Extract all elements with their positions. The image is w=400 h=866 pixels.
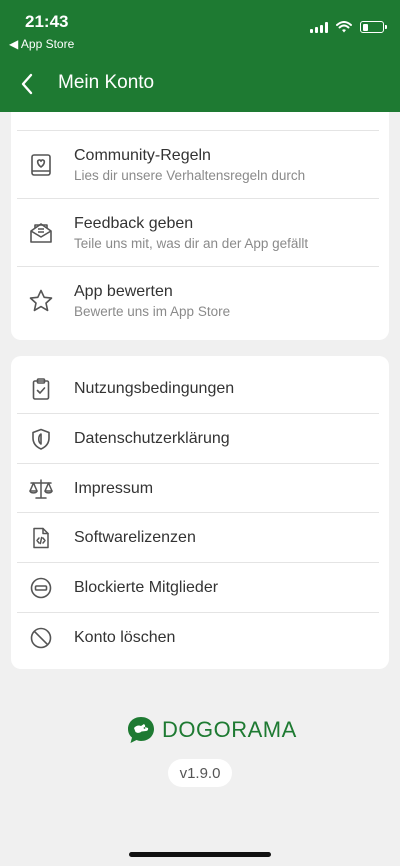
dog-speech-bubble-icon [128,717,154,743]
item-subtitle: Teile uns mit, was dir an der App gefäll… [74,236,309,251]
home-indicator [129,852,271,857]
app-header: 21:43 ◀ App Store Mein Konto [0,0,400,112]
page-title: Mein Konto [58,72,155,93]
back-to-app-store-link[interactable]: ◀ App Store [9,37,74,51]
shield-icon [27,425,55,453]
heart-book-icon [27,151,55,179]
back-button[interactable] [14,70,40,98]
wifi-icon [336,21,352,33]
list-item-privacy[interactable]: Datenschutzerklärung [11,414,389,464]
item-subtitle: Lies dir unsere Verhaltensregeln durch [74,168,306,183]
item-title: Konto löschen [74,628,176,646]
block-minus-icon [27,574,55,602]
item-title: Community-Regeln [74,147,211,164]
scale-icon [27,475,55,503]
status-icons [310,21,387,33]
list-item-feedback[interactable]: Feedback geben Teile uns mit, was dir an… [11,199,389,267]
brand-logo: DOGORAMA [126,715,297,745]
item-title: Impressum [74,479,154,497]
list-item-community-rules[interactable]: Community-Regeln Lies dir unsere Verhalt… [11,131,389,199]
version-badge: v1.9.0 [168,759,232,787]
list-item-terms[interactable]: Nutzungsbedingungen [11,364,389,414]
prohibited-icon [27,624,55,652]
status-time: 21:43 [25,12,69,31]
list-item-imprint[interactable]: Impressum [11,464,389,514]
legal-section-card: Nutzungsbedingungen Datenschutzerklärung [11,356,389,669]
chevron-left-icon [21,73,33,95]
star-icon [27,287,55,315]
list-item-licenses[interactable]: Softwarelizenzen [11,513,389,564]
brand-name: DOGORAMA [162,717,297,742]
signal-icon [310,21,328,33]
clipboard-check-icon [27,375,55,403]
item-title: App bewerten [74,283,173,300]
list-item-delete-account[interactable]: Konto löschen [11,613,389,663]
item-title: Nutzungsbedingungen [74,380,235,397]
item-title: Feedback geben [74,215,194,232]
list-item-blocked-members[interactable]: Blockierte Mitglieder [11,563,389,613]
battery-icon [360,21,387,33]
envelope-icon [27,219,55,247]
list-item-rate-app[interactable]: App bewerten Bewerte uns im App Store [11,267,389,335]
item-title: Datenschutzerklärung [74,429,230,447]
item-subtitle: Bewerte uns im App Store [74,304,231,319]
item-title: Softwarelizenzen [74,529,196,547]
code-file-icon [27,524,55,552]
item-title: Blockierte Mitglieder [74,579,219,597]
info-section-card: Community-Regeln Lies dir unsere Verhalt… [11,112,389,340]
